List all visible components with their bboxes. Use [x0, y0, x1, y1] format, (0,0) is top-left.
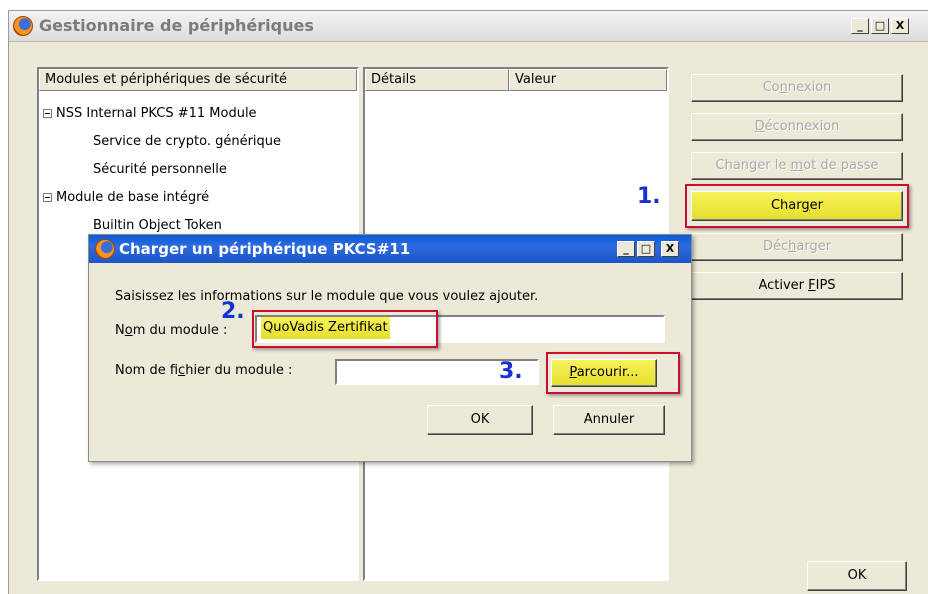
accelerator-key: o [124, 323, 133, 338]
annotation-box-step1 [685, 184, 909, 228]
dialog-title-bar[interactable]: Charger un périphérique PKCS#11 _ □ X [89, 235, 691, 263]
button-label: Co [762, 80, 780, 95]
label-text: m du module : [132, 323, 228, 338]
firefox-icon [95, 239, 115, 259]
tree-item-nss-internal[interactable]: NSS Internal PKCS #11 Module [43, 106, 257, 121]
tree-item-generic-crypto[interactable]: Service de crypto. générique [93, 134, 281, 149]
module-file-label: Nom de fichier du module : [115, 363, 292, 378]
dialog-cancel-button[interactable]: Annuler [553, 405, 665, 435]
minimize-button[interactable]: _ [851, 18, 869, 34]
button-label: arger [796, 239, 832, 254]
firefox-icon [13, 16, 33, 36]
button-label: éconnexion [764, 119, 840, 134]
dialog-instruction: Saisissez les informations sur le module… [115, 289, 539, 304]
maximize-button[interactable]: □ [871, 18, 889, 34]
button-label: Changer le [715, 158, 791, 173]
dialog-maximize-button[interactable]: □ [637, 241, 655, 257]
button-label: ot de passe [803, 158, 879, 173]
tree-item-label: NSS Internal PKCS #11 Module [56, 106, 257, 121]
modules-column-header[interactable]: Modules et périphériques de sécurité [39, 69, 357, 91]
dialog-ok-button[interactable]: OK [427, 405, 533, 435]
tree-item-label: Module de base intégré [56, 190, 210, 205]
connect-button[interactable]: Connexion [691, 74, 903, 102]
collapse-icon[interactable] [43, 109, 52, 118]
load-pkcs11-dialog: Charger un périphérique PKCS#11 _ □ X Sa… [88, 234, 692, 462]
main-ok-button[interactable]: OK [807, 561, 907, 591]
annotation-box-step2 [252, 310, 438, 348]
accelerator-key: m [790, 158, 804, 173]
enable-fips-button[interactable]: Activer FIPS [691, 272, 903, 300]
window-title: Gestionnaire de périphériques [39, 16, 314, 35]
title-bar[interactable]: Gestionnaire de périphériques _ □ X [9, 11, 928, 42]
label-text: Nom de fi [115, 363, 179, 378]
accelerator-key: D [754, 119, 765, 134]
unload-button[interactable]: Décharger [691, 233, 903, 261]
accelerator-key: F [808, 278, 816, 293]
dialog-minimize-button[interactable]: _ [617, 241, 635, 257]
button-label: Activer [758, 278, 809, 293]
disconnect-button[interactable]: Déconnexion [691, 113, 903, 141]
module-name-label: Nom du module : [115, 323, 227, 338]
button-label: IPS [815, 278, 836, 293]
details-column-header[interactable]: Détails [365, 69, 509, 91]
annotation-step1: 1. [637, 184, 661, 209]
dialog-title: Charger un périphérique PKCS#11 [119, 240, 411, 258]
dialog-close-button[interactable]: X [661, 241, 679, 257]
annotation-step2: 2. [221, 299, 245, 324]
annotation-box-step3 [546, 352, 680, 394]
label-text: N [115, 323, 125, 338]
tree-item-builtin-token[interactable]: Builtin Object Token [93, 218, 222, 233]
value-column-header[interactable]: Valeur [509, 69, 667, 91]
collapse-icon[interactable] [43, 193, 52, 202]
change-password-button[interactable]: Changer le mot de passe [691, 152, 903, 180]
tree-item-builtin-module[interactable]: Module de base intégré [43, 190, 209, 205]
close-button[interactable]: X [891, 18, 909, 34]
button-label: Déc [762, 239, 789, 254]
accelerator-key: n [779, 80, 788, 95]
annotation-step3: 3. [499, 359, 523, 384]
label-text: hier du module : [185, 363, 293, 378]
button-label: nexion [787, 80, 832, 95]
tree-item-personal-security[interactable]: Sécurité personnelle [93, 162, 227, 177]
